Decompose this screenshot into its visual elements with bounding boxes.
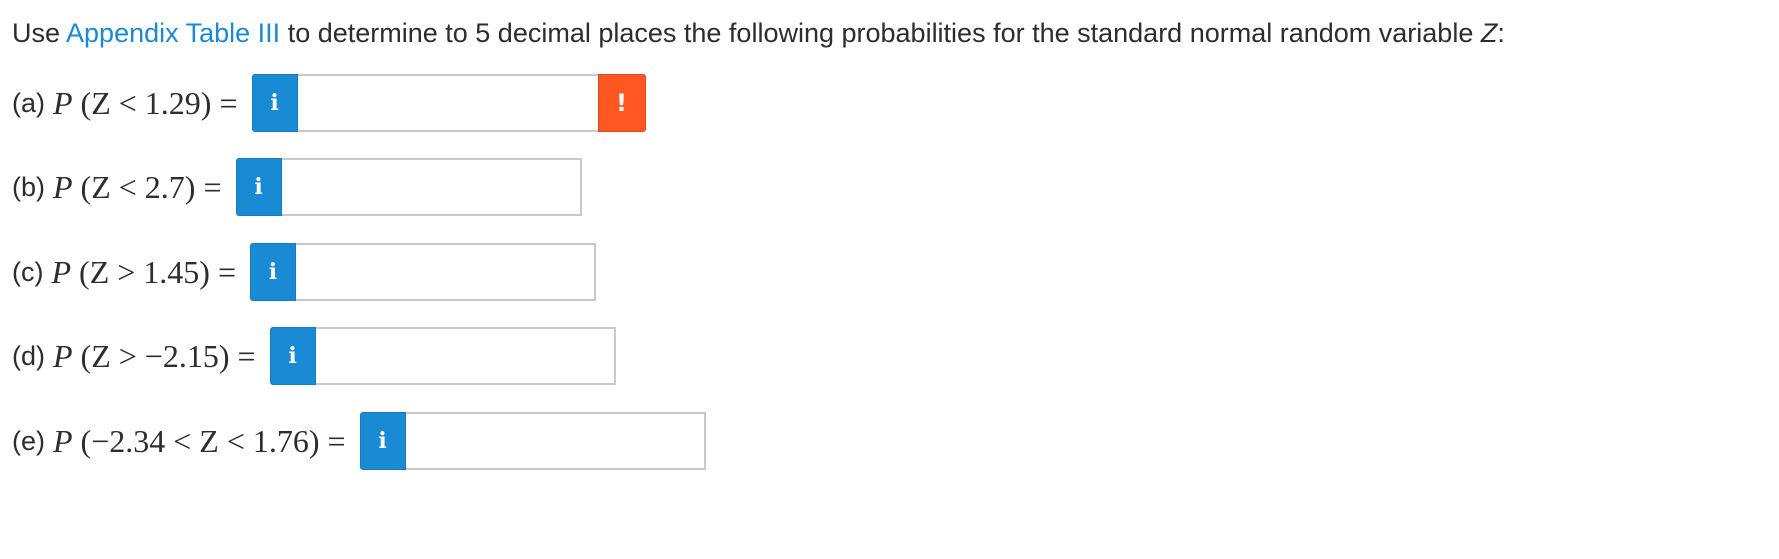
question-a-expression-p: P (53, 84, 73, 121)
question-b-answer-input[interactable] (281, 158, 582, 216)
question-a-info-button[interactable]: i (251, 74, 298, 132)
question-e: (e) P (−2.34 < Z < 1.76) = i (12, 411, 706, 471)
question-d-expression: P (Z > −2.15) = (53, 338, 256, 375)
question-c-info-button[interactable]: i (249, 243, 296, 301)
info-icon: i (288, 343, 297, 369)
question-a-expression: P (Z < 1.29) = (53, 85, 238, 122)
info-icon: i (254, 174, 263, 200)
question-c-expression-p: P (51, 253, 72, 290)
question-b-expression-body: (Z < 2.7) = (72, 168, 222, 205)
info-icon: i (268, 259, 278, 285)
question-a-label: (a) (12, 87, 45, 118)
question-e-expression: P (−2.34 < Z < 1.76) = (53, 423, 346, 460)
question-a-expression-body: (Z < 1.29) = (72, 84, 238, 121)
question-c: (c) P (Z > 1.45) = i (12, 242, 596, 302)
question-b-expression-p: P (53, 168, 73, 205)
question-c-expression: P (Z > 1.45) = (51, 254, 236, 291)
instructions-suffix: : (1497, 18, 1505, 48)
info-icon: i (270, 90, 279, 116)
question-e-expression-p: P (53, 422, 73, 459)
exclamation-icon: ! (616, 89, 627, 117)
question-e-info-button[interactable]: i (359, 412, 406, 470)
instructions-prefix: Use (12, 18, 67, 48)
instructions-text: Use Appendix Table III to determine to 5… (12, 14, 1505, 52)
question-d-label: (d) (12, 340, 45, 371)
question-e-expression-body: (−2.34 < Z < 1.76) = (72, 422, 346, 459)
question-c-answer-input[interactable] (295, 243, 596, 301)
question-d: (d) P (Z > −2.15) = i (12, 326, 616, 386)
question-d-expression-p: P (53, 337, 73, 374)
question-b-label: (b) (12, 171, 45, 202)
question-b-info-button[interactable]: i (235, 158, 282, 216)
question-b-expression: P (Z < 2.7) = (53, 169, 222, 206)
question-a: (a) P (Z < 1.29) = i ! (12, 73, 646, 133)
question-a-alert-button[interactable]: ! (597, 74, 646, 132)
question-e-label: (e) (12, 425, 45, 456)
question-b: (b) P (Z < 2.7) = i (12, 157, 582, 217)
question-d-info-button[interactable]: i (269, 327, 316, 385)
instructions-variable: Z (1480, 18, 1498, 48)
question-c-expression-body: (Z > 1.45) = (71, 253, 236, 290)
question-e-answer-input[interactable] (405, 412, 706, 470)
info-icon: i (378, 428, 387, 454)
question-a-answer-input[interactable] (297, 74, 598, 132)
appendix-table-link[interactable]: Appendix Table III (66, 18, 280, 48)
question-d-answer-input[interactable] (315, 327, 616, 385)
instructions-middle: to determine to 5 decimal places the fol… (280, 18, 1481, 48)
question-c-label: (c) (12, 256, 44, 287)
question-d-expression-body: (Z > −2.15) = (72, 337, 256, 374)
